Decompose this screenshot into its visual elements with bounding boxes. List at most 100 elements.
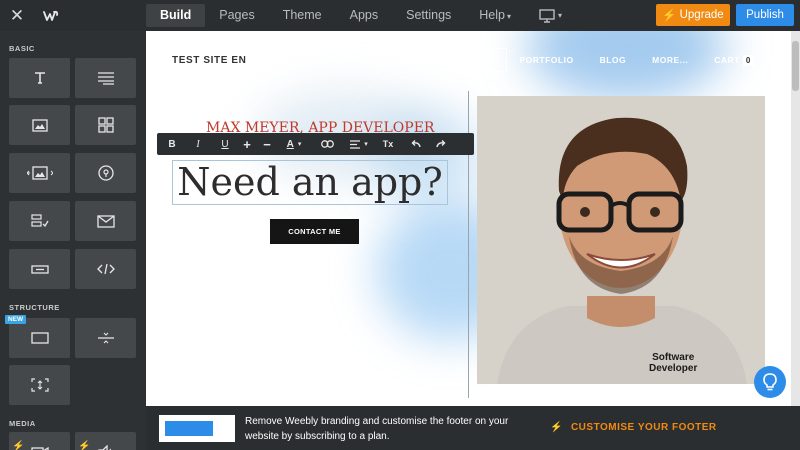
nav-blog[interactable]: BLOG (587, 48, 640, 72)
tab-help-label: Help (479, 8, 505, 22)
slideshow-icon (26, 166, 53, 180)
lightbulb-icon (763, 373, 777, 391)
site-canvas[interactable]: TEST SITE EN HOME PORTFOLIO BLOG MORE...… (146, 31, 791, 406)
shirt-text-line: Developer (649, 363, 698, 374)
portrait-illustration (477, 96, 765, 384)
tab-theme[interactable]: Theme (269, 4, 336, 27)
nav-cart[interactable]: CART 0 (701, 48, 767, 72)
footer-promo-bar: Remove Weebly branding and customise the… (146, 406, 800, 450)
align-left-icon (350, 139, 361, 149)
button-icon (30, 264, 49, 274)
customise-footer-link[interactable]: ⚡ CUSTOMISE YOUR FOOTER (550, 422, 717, 433)
promo-text: Remove Weebly branding and customise the… (245, 416, 509, 442)
lightning-icon: ⚡ (78, 441, 91, 450)
image-icon (31, 118, 48, 132)
element-gallery[interactable] (75, 105, 136, 145)
chevron-down-icon: ▾ (507, 12, 512, 21)
clear-format-button[interactable]: Tx (374, 133, 402, 155)
element-title[interactable] (9, 58, 70, 98)
tab-build[interactable]: Build (146, 4, 206, 27)
redo-button[interactable] (428, 133, 454, 155)
element-embed-code[interactable] (75, 249, 136, 289)
scrollbar-thumb[interactable] (792, 41, 799, 91)
undo-icon (411, 140, 421, 148)
text-color-button[interactable]: A ▾ (278, 133, 310, 155)
desktop-monitor-icon (539, 8, 555, 23)
video-camera-icon (30, 446, 49, 450)
element-form[interactable] (9, 201, 70, 241)
underline-button[interactable]: U (212, 133, 238, 155)
close-icon[interactable]: ✕ (0, 0, 34, 31)
nav-cart-label: CART (714, 55, 740, 65)
bold-button[interactable]: B (160, 133, 184, 155)
nav-portfolio[interactable]: PORTFOLIO (507, 48, 587, 72)
hero-title-editing[interactable]: Need an app? (172, 160, 448, 205)
new-badge: NEW (5, 315, 27, 324)
nav-home[interactable]: HOME (451, 48, 507, 72)
text-color-label: A (286, 138, 294, 150)
section-label-basic: BASIC (9, 44, 35, 53)
chevron-down-icon: ▾ (297, 141, 302, 148)
speaker-icon (97, 445, 111, 450)
undo-button[interactable] (402, 133, 428, 155)
device-preview-toggle[interactable]: ▾ (539, 8, 563, 23)
spacer-icon (30, 378, 49, 392)
cart-count-badge: 0 (742, 55, 754, 66)
element-video[interactable]: ⚡ (9, 432, 70, 450)
publish-button[interactable]: Publish (736, 4, 794, 26)
link-button[interactable] (310, 133, 344, 155)
tab-apps[interactable]: Apps (336, 4, 393, 27)
gallery-grid-icon (97, 117, 114, 133)
text-lines-icon (97, 72, 114, 85)
element-map[interactable] (75, 153, 136, 193)
lightning-icon: ⚡ (550, 422, 563, 433)
shirt-text-line: Software (652, 352, 695, 363)
element-section[interactable] (9, 318, 70, 358)
form-check-icon (30, 214, 49, 228)
nav-more[interactable]: MORE... (639, 48, 701, 72)
element-contact[interactable] (75, 201, 136, 241)
map-pin-icon (97, 165, 114, 181)
contact-me-button[interactable]: CONTACT ME (270, 219, 359, 244)
divider-icon (97, 332, 114, 344)
thumbnail-bar (165, 421, 213, 436)
italic-button[interactable]: I (184, 133, 212, 155)
envelope-icon (96, 214, 115, 228)
elements-sidebar: BASIC STRUCTURE NEW MEDIA ⚡ ⚡ (0, 31, 146, 450)
align-dropdown[interactable]: ▾ (344, 133, 374, 155)
section-label-media: MEDIA (9, 419, 36, 428)
tab-settings[interactable]: Settings (392, 4, 465, 27)
element-slideshow[interactable] (9, 153, 70, 193)
developer-portrait-image[interactable]: Software Developer (477, 96, 765, 384)
customise-footer-label: CUSTOMISE YOUR FOOTER (570, 422, 717, 433)
element-button[interactable] (9, 249, 70, 289)
chevron-down-icon: ▾ (558, 11, 563, 20)
element-spacer[interactable] (9, 365, 70, 405)
element-audio[interactable]: ⚡ (75, 432, 136, 450)
section-box-icon (30, 332, 49, 344)
site-title[interactable]: TEST SITE EN (172, 55, 246, 66)
editor-tabs: Build Pages Theme Apps Settings Help ▾ ▾ (146, 0, 562, 31)
redo-icon (435, 140, 445, 148)
element-text[interactable] (75, 58, 136, 98)
element-divider[interactable] (75, 318, 136, 358)
code-icon (96, 263, 115, 275)
canvas-scrollbar[interactable] (791, 31, 800, 406)
help-lightbulb-button[interactable] (754, 366, 786, 398)
link-icon (320, 140, 334, 148)
chevron-down-icon: ▾ (364, 141, 368, 148)
site-nav: HOME PORTFOLIO BLOG MORE... CART 0 (451, 48, 767, 72)
tab-pages[interactable]: Pages (205, 4, 268, 27)
decrease-size-button[interactable]: − (256, 133, 278, 155)
increase-size-button[interactable]: + (238, 133, 256, 155)
upgrade-button[interactable]: ⚡ Upgrade (656, 4, 730, 26)
title-t-icon (34, 72, 45, 84)
shirt-text: Software Developer (649, 352, 697, 374)
lightning-icon: ⚡ (662, 10, 677, 22)
tab-help[interactable]: Help ▾ (465, 4, 525, 27)
upgrade-label: Upgrade (679, 9, 724, 21)
weebly-logo-icon (34, 0, 68, 31)
editor-topbar: ✕ Build Pages Theme Apps Settings Help ▾ … (0, 0, 800, 31)
section-label-structure: STRUCTURE (9, 303, 60, 312)
element-image[interactable] (9, 105, 70, 145)
